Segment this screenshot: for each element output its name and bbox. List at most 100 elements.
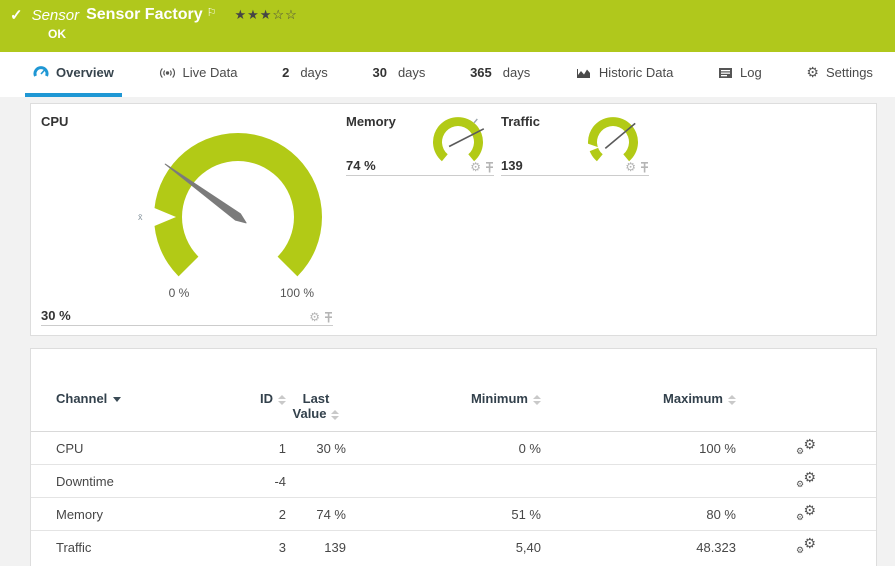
object-type-label: Sensor [31, 6, 80, 24]
column-header-id[interactable]: ID [211, 391, 286, 432]
column-header-channel[interactable]: Channel [31, 391, 211, 432]
column-header-minimum[interactable]: Minimum [346, 391, 541, 432]
minimum-cell: 5,40 [515, 539, 541, 555]
tab-historic-data[interactable]: Historic Data [567, 52, 681, 97]
page-content: CPU x̄ 0 % 100 % 30 % ⚙ Memory 74 % ⚙ Tr… [0, 97, 895, 566]
status-check-icon: ✓ [10, 7, 23, 24]
tab-live-data[interactable]: Live Data [151, 52, 246, 97]
column-label: Minimum [470, 391, 528, 406]
gauge-icon [33, 66, 49, 77]
tab-2-days[interactable]: 2 days [274, 52, 336, 97]
tab-label: Overview [56, 65, 114, 80]
sort-desc-icon [113, 397, 122, 403]
column-label: Channel [56, 391, 108, 406]
channel-id-cell: 2 [278, 506, 286, 522]
column-label: ID [260, 391, 273, 406]
last-value-cell [286, 465, 346, 498]
gauge-scale-max: 100 % [280, 286, 314, 300]
channel-settings-icon[interactable]: ⚙ ⚙ [796, 535, 816, 555]
gear-icon[interactable]: ⚙ [470, 161, 481, 173]
priority-stars[interactable]: ★★★☆☆ [234, 7, 297, 23]
channel-id-cell: -4 [274, 473, 286, 489]
pin-icon[interactable] [485, 161, 494, 173]
memory-last-value: 74 % [346, 158, 376, 173]
tab-label: Live Data [182, 65, 238, 80]
channel-name-cell[interactable]: Traffic [31, 531, 211, 564]
table-row-downtime: Downtime -4 ⚙ ⚙ [31, 464, 876, 498]
tab-settings[interactable]: ⚙ Settings [798, 52, 881, 97]
gear-icon[interactable]: ⚙ [625, 161, 636, 173]
traffic-last-value: 139 [501, 158, 523, 173]
tab-label: days [300, 65, 328, 80]
cpu-gauge: x̄ 0 % 100 % [128, 119, 348, 314]
tab-number: 2 [282, 65, 290, 80]
live-data-icon [159, 67, 175, 78]
column-header-maximum[interactable]: Maximum [541, 391, 736, 432]
column-label: Maximum [663, 391, 723, 406]
cpu-last-value: 30 % [41, 308, 71, 323]
last-value-cell: 30 % [316, 440, 346, 456]
traffic-gauge-panel: Traffic 139 ⚙ [501, 114, 649, 176]
sensor-status-badge: OK [48, 27, 66, 41]
channel-name-cell[interactable]: Memory [31, 498, 211, 531]
last-value-cell: 139 [324, 539, 346, 555]
sort-icon [533, 394, 541, 405]
average-marker-tick [473, 118, 478, 124]
minimum-cell: 0 % [518, 440, 541, 456]
memory-panel-footer: 74 % ⚙ [346, 158, 494, 176]
column-header-last-value[interactable]: Last Value [286, 391, 346, 432]
cpu-gauge-panel: CPU x̄ 0 % 100 % 30 % ⚙ [41, 114, 333, 326]
channel-settings-icon[interactable]: ⚙ ⚙ [796, 469, 816, 489]
channel-table: Channel ID Last Value Minimum Maximum CP… [31, 391, 876, 564]
historic-data-icon [576, 68, 590, 78]
average-marker-label: x̄ [138, 212, 143, 222]
channel-table-card: Channel ID Last Value Minimum Maximum CP… [30, 348, 877, 566]
tab-number: 365 [470, 65, 492, 80]
tab-overview[interactable]: Overview [25, 52, 122, 97]
tab-30-days[interactable]: 30 days [364, 52, 433, 97]
column-label: Value [292, 406, 327, 421]
sort-icon [278, 394, 286, 405]
tab-label: Historic Data [598, 65, 674, 80]
tab-number: 30 [372, 65, 387, 80]
maximum-cell [541, 465, 736, 498]
column-label: Last [302, 391, 330, 406]
tab-label: days [502, 65, 531, 80]
maximum-cell: 80 % [706, 506, 736, 522]
channel-name-cell[interactable]: CPU [31, 432, 211, 465]
log-icon [719, 67, 733, 78]
table-row-traffic: Traffic 3 139 5,40 48.323 ⚙ ⚙ [31, 530, 876, 564]
cpu-panel-footer: 30 % ⚙ [41, 308, 333, 326]
minimum-cell [346, 465, 541, 498]
gear-icon: ⚙ [806, 64, 819, 80]
channel-settings-icon[interactable]: ⚙ ⚙ [796, 436, 816, 456]
table-row-cpu: CPU 1 30 % 0 % 100 % ⚙ ⚙ [31, 431, 876, 465]
maximum-cell: 100 % [699, 440, 736, 456]
memory-gauge-panel: Memory 74 % ⚙ [346, 114, 494, 176]
pin-icon[interactable] [640, 161, 649, 173]
sensor-title: Sensor Factory [86, 6, 203, 23]
channel-id-cell: 3 [278, 539, 286, 555]
sensor-header: ✓ Sensor Sensor Factory ⚐ ★★★☆☆ OK [0, 0, 895, 52]
minimum-cell: 51 % [511, 506, 541, 522]
maximum-cell: 48.323 [696, 539, 736, 555]
pause-flag-icon[interactable]: ⚐ [207, 6, 217, 19]
channel-id-cell: 1 [278, 440, 286, 456]
channel-name-cell[interactable]: Downtime [31, 465, 211, 498]
channel-settings-icon[interactable]: ⚙ ⚙ [796, 502, 816, 522]
tab-label: Settings [825, 65, 873, 80]
tab-bar: Overview Live Data 2 days 30 days 365 da… [0, 52, 895, 97]
tab-log[interactable]: Log [710, 52, 770, 97]
sort-icon [331, 409, 340, 420]
pin-icon[interactable] [324, 311, 333, 323]
sort-icon [728, 394, 736, 405]
tab-label: Log [740, 65, 762, 80]
gauge-scale-min: 0 % [169, 286, 190, 300]
tab-label: days [397, 65, 426, 80]
tab-365-days[interactable]: 365 days [462, 52, 538, 97]
traffic-panel-footer: 139 ⚙ [501, 158, 649, 176]
last-value-cell: 74 % [316, 506, 346, 522]
overview-gauges-card: CPU x̄ 0 % 100 % 30 % ⚙ Memory 74 % ⚙ Tr… [30, 103, 877, 336]
table-row-memory: Memory 2 74 % 51 % 80 % ⚙ ⚙ [31, 497, 876, 531]
gear-icon[interactable]: ⚙ [309, 311, 320, 323]
